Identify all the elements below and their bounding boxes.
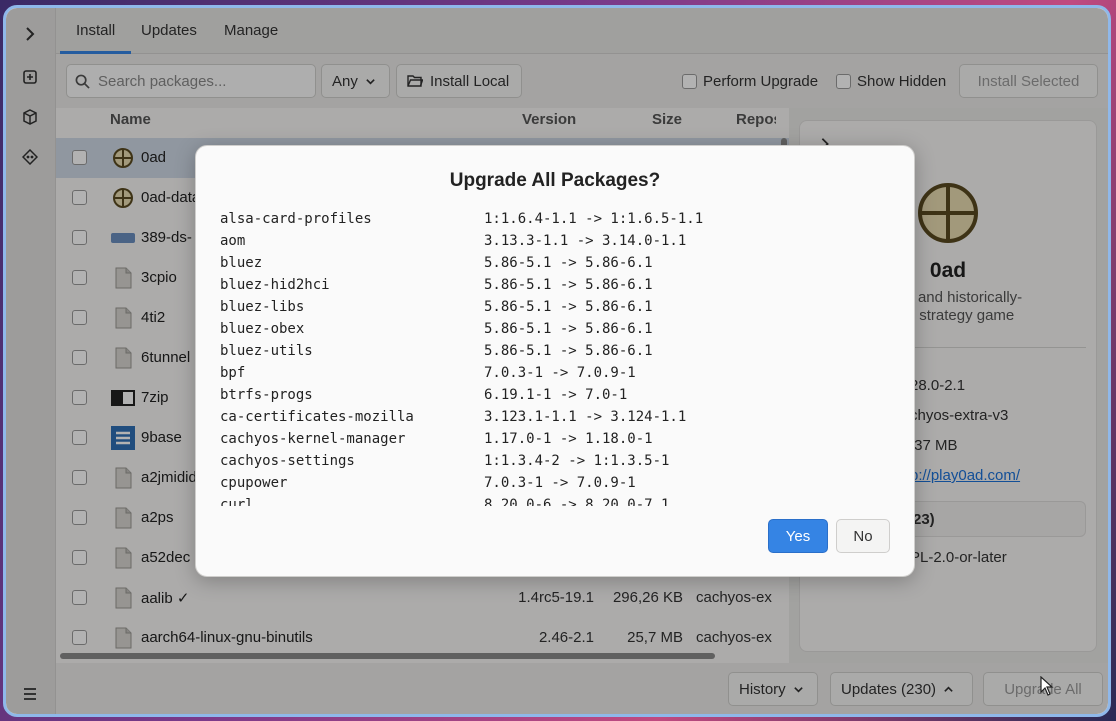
- list-item: cachyos-settings 1:1.3.4-2 -> 1:1.3.5-1: [220, 450, 890, 472]
- upgrade-version-change: 5.86-5.1 -> 5.86-6.1: [484, 299, 653, 315]
- list-item: cpupower 7.0.3-1 -> 7.0.9-1: [220, 472, 890, 494]
- list-item: bluez-utils 5.86-5.1 -> 5.86-6.1: [220, 340, 890, 362]
- upgrade-package-name: alsa-card-profiles: [220, 211, 372, 227]
- upgrade-package-name: bluez: [220, 255, 263, 271]
- upgrade-package-list[interactable]: alsa-card-profiles 1:1.6.4-1.1 -> 1:1.6.5…: [220, 208, 890, 506]
- upgrade-package-name: btrfs-progs: [220, 387, 313, 403]
- upgrade-version-change: 5.86-5.1 -> 5.86-6.1: [484, 255, 653, 271]
- upgrade-package-name: bluez-hid2hci: [220, 277, 330, 293]
- upgrade-version-change: 5.86-5.1 -> 5.86-6.1: [484, 321, 653, 337]
- list-item: curl 8.20.0-6 -> 8.20.0-7.1: [220, 494, 890, 506]
- list-item: bluez-libs 5.86-5.1 -> 5.86-6.1: [220, 296, 890, 318]
- upgrade-version-change: 1.17.0-1 -> 1.18.0-1: [484, 431, 653, 447]
- upgrade-version-change: 5.86-5.1 -> 5.86-6.1: [484, 277, 653, 293]
- upgrade-version-change: 3.13.3-1.1 -> 3.14.0-1.1: [484, 233, 687, 249]
- upgrade-package-name: bluez-libs: [220, 299, 305, 315]
- upgrade-version-change: 5.86-5.1 -> 5.86-6.1: [484, 343, 653, 359]
- list-item: bluez-hid2hci 5.86-5.1 -> 5.86-6.1: [220, 274, 890, 296]
- yes-button[interactable]: Yes: [768, 519, 828, 553]
- upgrade-package-name: bluez-utils: [220, 343, 313, 359]
- no-button[interactable]: No: [836, 519, 890, 553]
- upgrade-package-name: cachyos-kernel-manager: [220, 431, 406, 447]
- upgrade-version-change: 7.0.3-1 -> 7.0.9-1: [484, 365, 636, 381]
- upgrade-version-change: 8.20.0-6 -> 8.20.0-7.1: [484, 497, 670, 506]
- list-item: bluez 5.86-5.1 -> 5.86-6.1: [220, 252, 890, 274]
- upgrade-package-name: cpupower: [220, 475, 288, 491]
- list-item: bluez-obex 5.86-5.1 -> 5.86-6.1: [220, 318, 890, 340]
- list-item: bpf 7.0.3-1 -> 7.0.9-1: [220, 362, 890, 384]
- upgrade-version-change: 7.0.3-1 -> 7.0.9-1: [484, 475, 636, 491]
- upgrade-package-name: curl: [220, 497, 254, 506]
- list-item: alsa-card-profiles 1:1.6.4-1.1 -> 1:1.6.5…: [220, 208, 890, 230]
- mouse-cursor-icon: [1040, 675, 1054, 701]
- list-item: aom 3.13.3-1.1 -> 3.14.0-1.1: [220, 230, 890, 252]
- upgrade-version-change: 1:1.6.4-1.1 -> 1:1.6.5-1.1: [484, 211, 704, 227]
- upgrade-package-name: bluez-obex: [220, 321, 305, 337]
- list-item: btrfs-progs 6.19.1-1 -> 7.0-1: [220, 384, 890, 406]
- upgrade-package-name: bpf: [220, 365, 246, 381]
- upgrade-package-name: aom: [220, 233, 246, 249]
- list-item: cachyos-kernel-manager 1.17.0-1 -> 1.18.0…: [220, 428, 890, 450]
- upgrade-package-name: ca-certificates-mozilla: [220, 409, 414, 425]
- upgrade-version-change: 3.123.1-1.1 -> 3.124-1.1: [484, 409, 687, 425]
- upgrade-version-change: 1:1.3.4-2 -> 1:1.3.5-1: [484, 453, 670, 469]
- upgrade-dialog: Upgrade All Packages? alsa-card-profiles…: [195, 145, 915, 577]
- upgrade-package-name: cachyos-settings: [220, 453, 355, 469]
- list-item: ca-certificates-mozilla 3.123.1-1.1 -> 3.…: [220, 406, 890, 428]
- dialog-title: Upgrade All Packages?: [449, 170, 661, 191]
- upgrade-version-change: 6.19.1-1 -> 7.0-1: [484, 387, 628, 403]
